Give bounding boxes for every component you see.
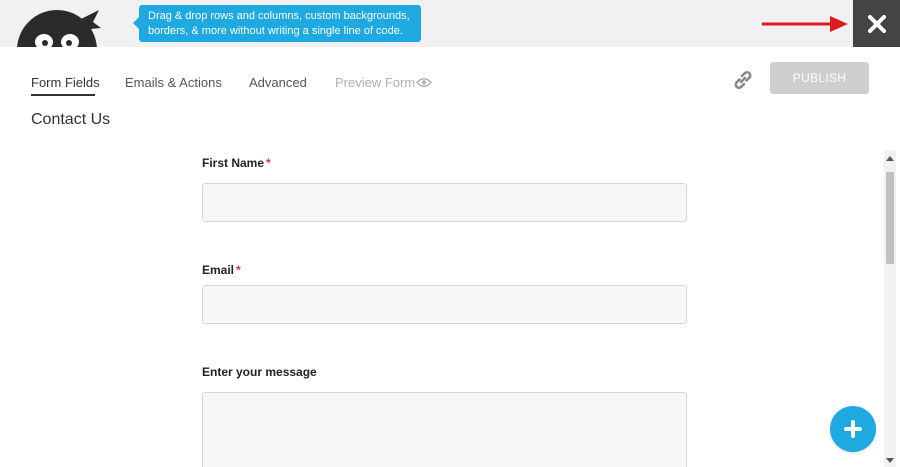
ninja-logo-icon bbox=[17, 10, 101, 47]
email-label: Email * bbox=[202, 263, 241, 277]
scroll-up-icon[interactable] bbox=[884, 154, 896, 162]
publish-button[interactable]: PUBLISH bbox=[770, 62, 869, 94]
email-input[interactable] bbox=[202, 285, 687, 324]
scroll-down-icon[interactable] bbox=[884, 457, 896, 465]
active-tab-indicator bbox=[31, 94, 95, 96]
feature-tooltip: Drag & drop rows and columns, custom bac… bbox=[133, 5, 421, 42]
tooltip-line-2: borders, & more without writing a single… bbox=[148, 24, 403, 37]
required-mark: * bbox=[266, 156, 271, 170]
scrollbar[interactable] bbox=[884, 150, 896, 467]
builder-tabs: Form Fields Emails & Actions Advanced Pr… bbox=[0, 47, 900, 97]
tab-form-fields[interactable]: Form Fields bbox=[31, 75, 100, 90]
message-label-text: Enter your message bbox=[202, 365, 317, 379]
message-textarea[interactable] bbox=[202, 392, 687, 467]
tooltip-line-1: Drag & drop rows and columns, custom bac… bbox=[148, 10, 410, 22]
message-label: Enter your message bbox=[202, 365, 317, 379]
tab-preview-form[interactable]: Preview Form bbox=[335, 75, 415, 90]
close-icon bbox=[867, 14, 886, 33]
first-name-label-text: First Name bbox=[202, 156, 265, 170]
eye-icon bbox=[416, 78, 432, 87]
first-name-label: First Name * bbox=[202, 156, 271, 170]
add-field-button[interactable] bbox=[830, 406, 876, 452]
plus-icon bbox=[844, 420, 862, 438]
tab-emails-actions[interactable]: Emails & Actions bbox=[125, 75, 222, 90]
email-label-text: Email bbox=[202, 263, 235, 277]
form-title: Contact Us bbox=[31, 111, 111, 128]
red-arrow-icon bbox=[762, 16, 848, 32]
tab-advanced[interactable]: Advanced bbox=[249, 75, 307, 90]
first-name-input[interactable] bbox=[202, 183, 687, 222]
scroll-thumb[interactable] bbox=[886, 172, 894, 264]
link-icon[interactable] bbox=[731, 68, 755, 92]
promo-banner: Drag & drop rows and columns, custom bac… bbox=[0, 0, 900, 47]
required-mark: * bbox=[236, 263, 241, 277]
close-button[interactable] bbox=[853, 0, 900, 47]
